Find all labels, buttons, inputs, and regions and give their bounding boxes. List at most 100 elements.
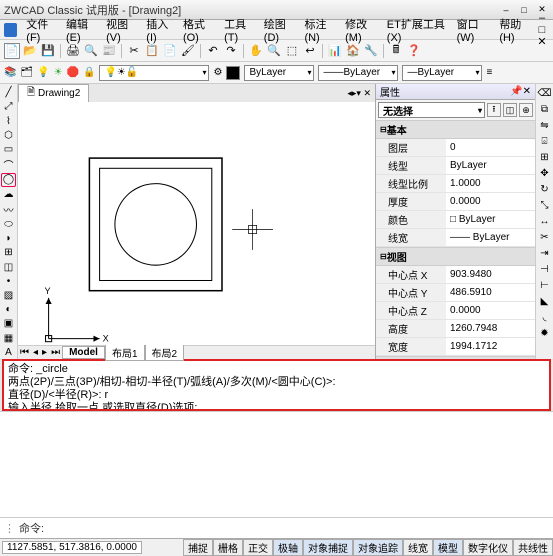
ellipse-icon[interactable]: ⬭	[1, 218, 16, 231]
doc-minimize-button[interactable]: –	[535, 12, 549, 24]
property-value[interactable]: 903.9480	[446, 266, 535, 283]
table-icon[interactable]: ▦	[1, 332, 16, 345]
line-icon[interactable]: ╱	[1, 86, 16, 99]
help-icon[interactable]: ❓	[406, 43, 422, 59]
rectangle-icon[interactable]: ▭	[1, 143, 16, 156]
menu-view[interactable]: 视图(V)	[101, 14, 141, 46]
tab-menu-icon[interactable]: ◂▸▾ ✕	[343, 88, 375, 99]
tab-next-icon[interactable]: ▸	[40, 347, 49, 358]
property-value[interactable]: 0	[446, 139, 535, 156]
linetype-combo[interactable]: —— ByLayer	[318, 65, 398, 81]
command-line[interactable]: ⋮ 命令:	[0, 517, 553, 538]
layer-states-icon[interactable]: 🗂	[20, 67, 33, 78]
cut-icon[interactable]: ✂	[126, 43, 142, 59]
property-value[interactable]: 1.0000	[446, 175, 535, 192]
property-group[interactable]: 其他	[376, 356, 535, 359]
offset-icon[interactable]: ⌻	[537, 134, 552, 149]
menu-draw[interactable]: 绘图(D)	[259, 14, 300, 46]
pline-icon[interactable]: ⌇	[1, 114, 16, 127]
property-value[interactable]: 0.0000	[446, 193, 535, 210]
undo-icon[interactable]: ↶	[205, 43, 221, 59]
tab-first-icon[interactable]: ⏮	[18, 347, 31, 358]
stretch-icon[interactable]: ↔	[537, 214, 552, 229]
array-icon[interactable]: ⊞	[537, 150, 552, 165]
zoom-rt-icon[interactable]: 🔍	[266, 43, 282, 59]
pan-icon[interactable]: ✋	[248, 43, 264, 59]
ellipse-arc-icon[interactable]: ◗	[1, 232, 16, 245]
break-icon[interactable]: ⊣	[537, 262, 552, 277]
tab-prev-icon[interactable]: ◂	[31, 347, 40, 358]
sun-icon[interactable]: ☀	[54, 67, 63, 78]
copy-obj-icon[interactable]: ⧉	[537, 102, 552, 117]
lw-icon[interactable]: ≡	[486, 67, 492, 78]
paste-icon[interactable]: 📄	[162, 43, 178, 59]
property-value[interactable]: □ ByLayer	[446, 211, 535, 228]
print-icon[interactable]: 🖨	[65, 43, 81, 59]
match-icon[interactable]: 🖌	[180, 43, 196, 59]
doc-close-button[interactable]: ✕	[535, 36, 549, 48]
menu-help[interactable]: 帮助(H)	[494, 14, 535, 46]
color-swatch[interactable]	[226, 66, 240, 80]
layer-prev-icon[interactable]: ⚙	[213, 67, 222, 78]
drawing-canvas[interactable]: X Y	[18, 102, 375, 345]
property-value[interactable]: 1994.1712	[446, 338, 535, 355]
save-icon[interactable]: 💾	[40, 43, 56, 59]
select-objects-icon[interactable]: ◫	[503, 103, 517, 117]
lock-icon[interactable]: 🔒	[83, 67, 95, 78]
layer-combo[interactable]: 💡☀🔓	[99, 65, 209, 81]
menu-file[interactable]: 文件(F)	[21, 14, 61, 46]
mirror-icon[interactable]: ⇋	[537, 118, 552, 133]
props-icon[interactable]: 📊	[327, 43, 343, 59]
color-combo[interactable]: ByLayer	[244, 65, 314, 81]
selection-combo[interactable]: 无选择	[378, 102, 485, 118]
menu-modify[interactable]: 修改(M)	[340, 14, 382, 46]
trim-icon[interactable]: ✂	[537, 230, 552, 245]
xline-icon[interactable]: ⤢	[1, 100, 16, 113]
region-icon[interactable]: ▣	[1, 317, 16, 330]
explode-icon[interactable]: ✹	[537, 326, 552, 341]
point-icon[interactable]: •	[1, 275, 16, 288]
menu-format[interactable]: 格式(O)	[178, 14, 219, 46]
status-toggle[interactable]: 模型	[433, 539, 463, 556]
menu-edit[interactable]: 编辑(E)	[61, 14, 101, 46]
zoom-win-icon[interactable]: ⬚	[284, 43, 300, 59]
layer-manager-icon[interactable]: 📚	[4, 67, 16, 78]
spline-icon[interactable]: 〰	[1, 202, 16, 217]
block-icon[interactable]: ◫	[1, 260, 16, 273]
fillet-icon[interactable]: ◟	[537, 310, 552, 325]
lineweight-combo[interactable]: — ByLayer	[402, 65, 482, 81]
join-icon[interactable]: ⊢	[537, 278, 552, 293]
preview-icon[interactable]: 🔍	[83, 43, 99, 59]
tab-last-icon[interactable]: ⏭	[49, 347, 62, 358]
extend-icon[interactable]: ⇥	[537, 246, 552, 261]
calc-icon[interactable]: 🖩	[388, 43, 404, 59]
coordinate-display[interactable]: 1127.5851, 517.3816, 0.0000	[2, 541, 142, 554]
status-toggle[interactable]: 极轴	[273, 539, 303, 556]
text-icon[interactable]: A	[1, 346, 16, 359]
revcloud-icon[interactable]: ☁	[1, 188, 16, 201]
bulb-on-icon[interactable]: 💡	[37, 67, 49, 78]
status-toggle[interactable]: 对象捕捉	[303, 539, 353, 556]
document-tab[interactable]: 🗎 Drawing2	[18, 84, 89, 102]
open-icon[interactable]: 📂	[22, 43, 38, 59]
stop-icon[interactable]: 🛑	[67, 67, 79, 78]
gradient-icon[interactable]: ◐	[1, 303, 16, 316]
status-toggle[interactable]: 栅格	[213, 539, 243, 556]
property-value[interactable]: 486.5910	[446, 284, 535, 301]
property-value[interactable]: 1260.7948	[446, 320, 535, 337]
scale-icon[interactable]: ⤡	[537, 198, 552, 213]
status-toggle[interactable]: 对象追踪	[353, 539, 403, 556]
hatch-icon[interactable]: ▨	[1, 289, 16, 302]
insert-icon[interactable]: ⊞	[1, 246, 16, 259]
property-value[interactable]: ByLayer	[446, 157, 535, 174]
status-toggle[interactable]: 正交	[243, 539, 273, 556]
tab-model[interactable]: Model	[62, 346, 105, 359]
polygon-icon[interactable]: ⬡	[1, 129, 16, 142]
copy-icon[interactable]: 📋	[144, 43, 160, 59]
quick-select-icon[interactable]: ⭱	[487, 103, 501, 117]
doc-maximize-button[interactable]: □	[535, 24, 549, 36]
rotate-icon[interactable]: ↻	[537, 182, 552, 197]
panel-close-icon[interactable]: ✕	[523, 86, 531, 97]
property-group[interactable]: 视图	[376, 247, 535, 266]
left-handle-icon[interactable]: ⋮	[4, 522, 15, 535]
